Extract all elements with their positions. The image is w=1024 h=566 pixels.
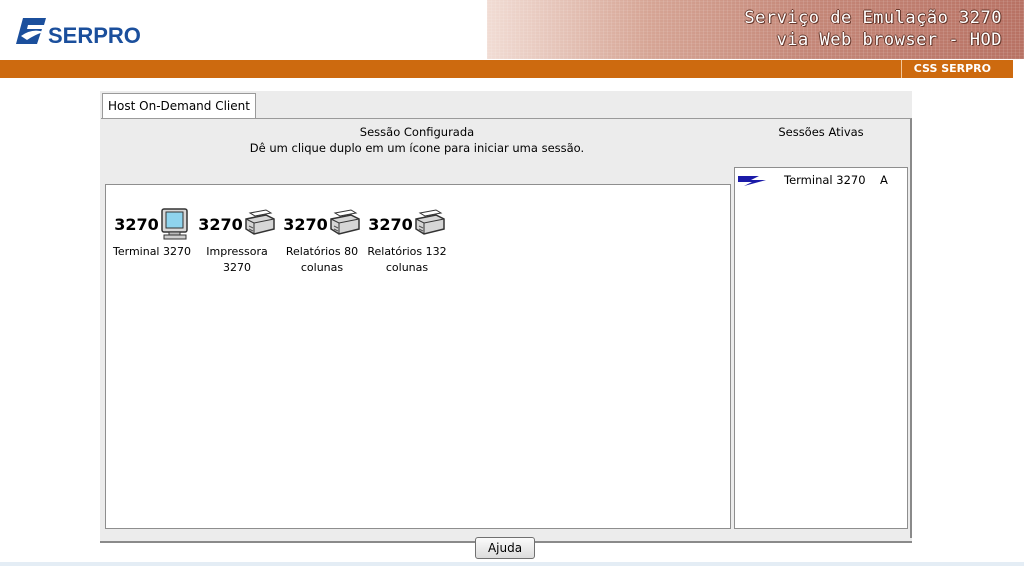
session-number: 3270 [283, 214, 328, 234]
session-label-line1: Relatórios 80 [285, 245, 359, 258]
monitor-icon [161, 208, 188, 240]
session-label-line2: colunas [385, 261, 429, 274]
configured-sessions-title: Sessão Configurada [359, 125, 475, 139]
svg-text:SERPRO: SERPRO [48, 23, 141, 48]
session-icon-terminal-3270[interactable]: 3270 Terminal 3270 [109, 207, 195, 260]
tab-host-on-demand-client[interactable]: Host On-Demand Client [102, 93, 256, 118]
session-icon-relatorios-80[interactable]: 3270 Relatórios 80 colunas [279, 207, 365, 276]
printer-icon [415, 209, 445, 235]
banner-title-line2: via Web browser - HOD [776, 30, 1002, 50]
active-session-name: Terminal 3270 [784, 173, 866, 187]
lightning-icon [738, 176, 766, 186]
printer-icon [330, 209, 360, 235]
css-serpro-label: CSS SERPRO [900, 60, 1001, 78]
header-banner: Serviço de Emulação 3270 via Web browser… [487, 0, 1024, 59]
serpro-logo: SERPRO [14, 14, 144, 48]
session-label-line1: Relatórios 132 [367, 245, 447, 258]
configured-sessions-list: 3270 Terminal 3270 3270 Impressora 3270 … [105, 184, 731, 529]
session-number: 3270 [114, 214, 159, 234]
session-icon-relatorios-132[interactable]: 3270 Relatórios 132 colunas [364, 207, 450, 276]
banner-title-line1: Serviço de Emulação 3270 [744, 8, 1002, 28]
configured-sessions-instruction: Dê um clique duplo em um ícone para inic… [249, 141, 585, 155]
active-session-id: A [880, 173, 888, 187]
active-sessions-title: Sessões Ativas [778, 125, 864, 139]
session-label: Terminal 3270 [113, 245, 191, 258]
orange-header-bar: CSS SERPRO [0, 60, 1013, 78]
session-label-line2: colunas [300, 261, 344, 274]
session-number: 3270 [368, 214, 413, 234]
printer-icon [245, 209, 275, 235]
hod-applet-panel: Host On-Demand Client Sessão Configurada… [100, 91, 912, 559]
active-session-row[interactable]: Terminal 3270 A [735, 172, 907, 188]
serpro-logo-mark: SERPRO [16, 18, 141, 48]
session-number: 3270 [198, 214, 243, 234]
session-label-line2: 3270 [223, 261, 251, 274]
help-button[interactable]: Ajuda [475, 537, 535, 559]
session-label-line1: Impressora [206, 245, 268, 258]
session-icon-impressora-3270[interactable]: 3270 Impressora 3270 [194, 207, 280, 276]
bottom-strip [0, 562, 1024, 566]
active-sessions-list: Terminal 3270 A [734, 167, 908, 529]
tab-content: Sessão Configurada Dê um clique duplo em… [101, 118, 912, 559]
